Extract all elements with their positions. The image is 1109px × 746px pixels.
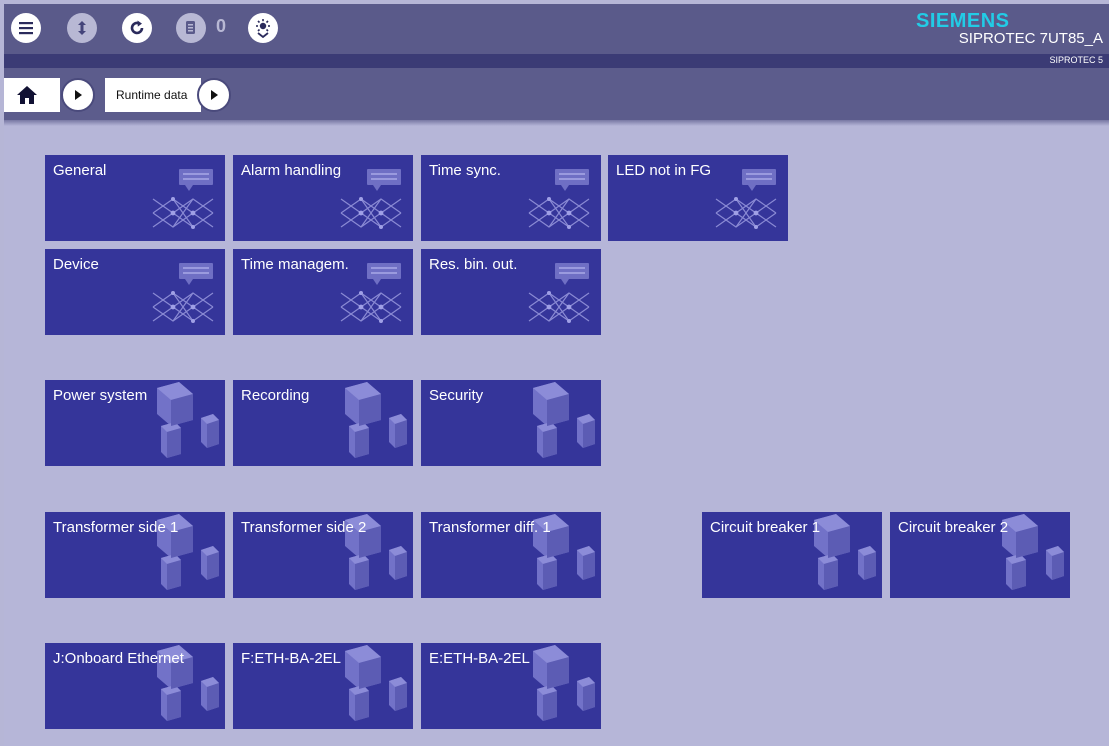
tile-recording[interactable]: Recording [233,380,413,466]
brightness-icon [256,19,270,38]
tile-label: F:ETH-BA-2EL [241,650,342,667]
top-toolbar: 0 SIEMENS SIPROTEC 7UT85_A [4,4,1109,54]
tile-label: Time sync. [429,162,501,179]
log-icon [186,21,195,34]
tile-transformer-diff-1[interactable]: Transformer diff. 1 [421,512,601,598]
tile-e-eth-ba-2el[interactable]: E:ETH-BA-2EL [421,643,601,729]
chevron-right-icon [75,90,82,100]
tile-label: Transformer side 1 [53,519,179,536]
tile-onboard-ethernet[interactable]: J:Onboard Ethernet [45,643,225,729]
tile-label: E:ETH-BA-2EL [429,650,530,667]
refresh-icon [130,20,144,35]
tile-time-sync[interactable]: Time sync. [421,155,601,241]
breadcrumb-arrow-runtime-data[interactable] [197,78,231,112]
tile-circuit-breaker-2[interactable]: Circuit breaker 2 [890,512,1070,598]
log-button[interactable] [176,13,206,43]
modules-icon [345,382,407,458]
breadcrumb-arrow-home[interactable] [61,78,95,112]
breadcrumb-shadow [4,120,1109,126]
tile-label: J:Onboard Ethernet [53,650,184,667]
tile-label: Device [53,256,99,273]
home-icon [17,86,37,104]
modules-icon [533,382,595,458]
chevron-right-icon [211,90,218,100]
app-window: 0 SIEMENS SIPROTEC 7UT85_A SIPROTEC 5 Ru… [4,4,1109,746]
tile-label: Alarm handling [241,162,342,179]
home-button[interactable] [4,78,60,112]
tile-label: Security [429,387,484,404]
tile-label: Transformer diff. 1 [429,519,551,536]
network-message-icon [152,263,214,323]
tile-power-system[interactable]: Power system [45,380,225,466]
tile-label: Power system [53,387,148,404]
tile-label: Recording [241,387,310,404]
refresh-button[interactable] [122,13,152,43]
upload-download-icon [78,21,86,35]
tile-label: Circuit breaker 2 [898,519,1009,536]
network-message-icon [528,263,590,323]
tile-label: Circuit breaker 1 [710,519,821,536]
modules-icon [157,382,219,458]
breadcrumb-item-runtime-data[interactable]: Runtime data [105,78,201,112]
notification-count: 0 [216,16,227,36]
upload-download-button[interactable] [67,13,97,43]
tile-f-eth-ba-2el[interactable]: F:ETH-BA-2EL [233,643,413,729]
network-message-icon [715,169,777,229]
modules-icon [345,645,407,721]
tile-label: Time managem. [241,256,349,273]
tile-res-bin-out[interactable]: Res. bin. out. [421,249,601,335]
siemens-logo: SIEMENS [916,10,1010,32]
tile-label: Res. bin. out. [429,256,518,273]
menu-icon [19,22,33,35]
tile-label: General [53,162,107,179]
tile-alarm-handling[interactable]: Alarm handling [233,155,413,241]
tile-general[interactable]: General [45,155,225,241]
header-strip: SIPROTEC 5 [4,54,1109,68]
brightness-button[interactable] [248,13,278,43]
device-model: SIPROTEC 5 [1049,55,1103,65]
tile-transformer-side-2[interactable]: Transformer side 2 [233,512,413,598]
tile-label: Transformer side 2 [241,519,367,536]
tile-transformer-side-1[interactable]: Transformer side 1 [45,512,225,598]
network-message-icon [152,169,214,229]
tile-led-not-in-fg[interactable]: LED not in FG [608,155,788,241]
tile-circuit-breaker-1[interactable]: Circuit breaker 1 [702,512,882,598]
modules-icon [533,645,595,721]
tile-label: LED not in FG [616,162,712,179]
tile-time-managem[interactable]: Time managem. [233,249,413,335]
menu-button[interactable] [11,13,41,43]
device-name: SIPROTEC 7UT85_A [958,30,1103,47]
tile-security[interactable]: Security [421,380,601,466]
tile-device[interactable]: Device [45,249,225,335]
network-message-icon [340,169,402,229]
network-message-icon [528,169,590,229]
